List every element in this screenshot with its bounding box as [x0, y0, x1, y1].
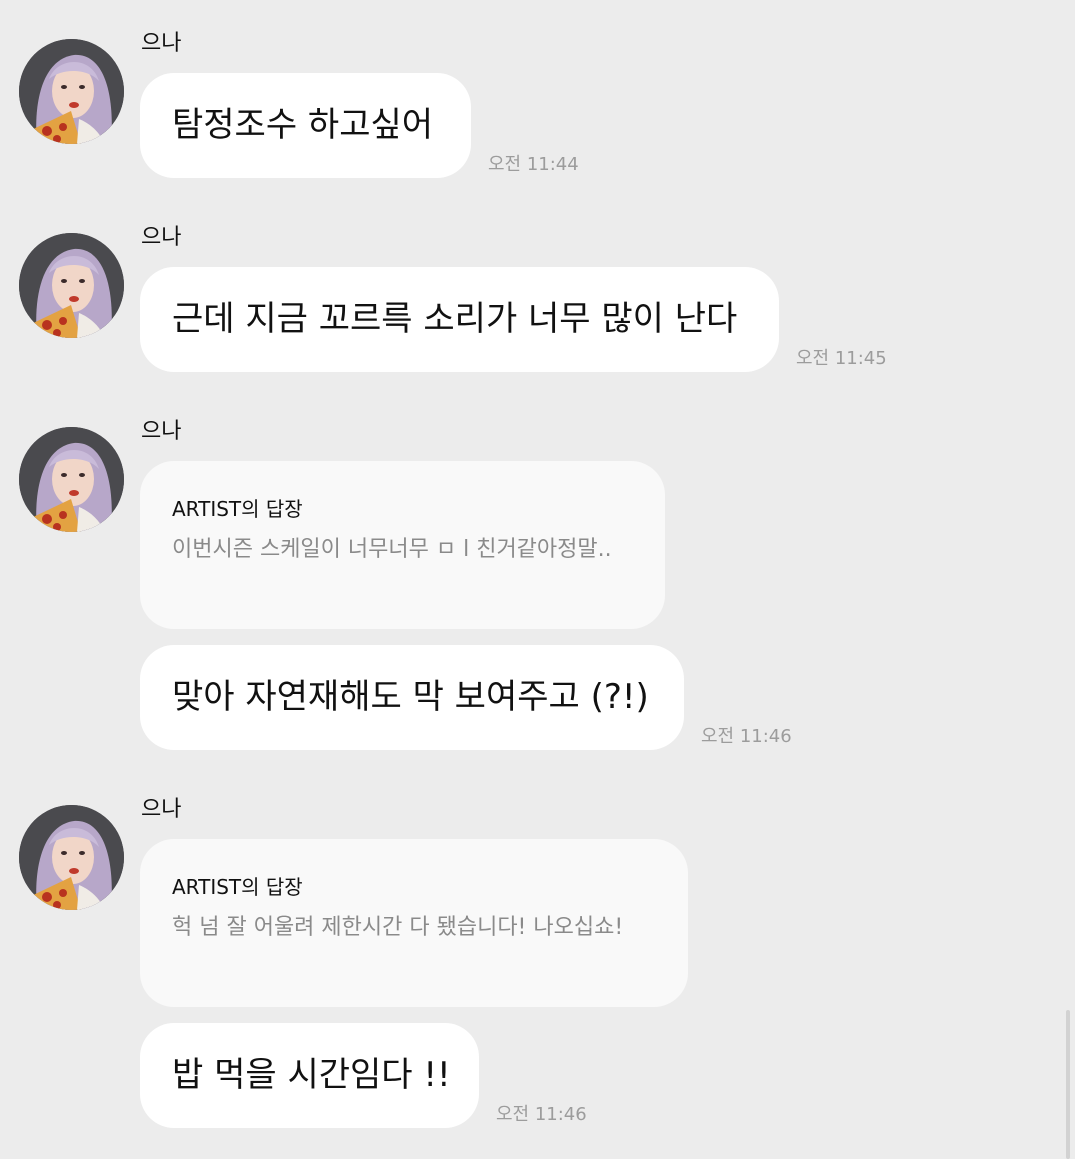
avatar[interactable] [19, 233, 124, 338]
reply-quote-card[interactable]: ARTIST의 답장 헉 넘 잘 어울려 제한시간 다 됐습니다! 나오십쇼! [140, 839, 688, 1007]
message-bubble[interactable]: 근데 지금 꼬르륵 소리가 너무 많이 난다 [140, 267, 779, 372]
sender-name: 으나 [141, 419, 182, 444]
message-bubble[interactable]: 밥 먹을 시간임다 !! [140, 1023, 479, 1128]
avatar[interactable] [19, 805, 124, 910]
reply-quote-text: 헉 넘 잘 어울려 제한시간 다 됐습니다! 나오십쇼! [172, 915, 624, 940]
message-timestamp: 오전 11:45 [796, 348, 887, 369]
scrollbar[interactable] [1066, 1010, 1070, 1159]
message-timestamp: 오전 11:46 [496, 1104, 587, 1125]
reply-title: ARTIST의 답장 [172, 875, 303, 899]
profile-photo-icon [19, 805, 124, 910]
reply-quote-card[interactable]: ARTIST의 답장 이번시즌 스케일이 너무너무 ㅁ l 친거같아정말.. [140, 461, 665, 629]
sender-name: 으나 [141, 797, 182, 822]
message-timestamp: 오전 11:46 [701, 726, 792, 747]
profile-photo-icon [19, 39, 124, 144]
message-timestamp: 오전 11:44 [488, 154, 579, 175]
avatar[interactable] [19, 427, 124, 532]
reply-quote-text: 이번시즌 스케일이 너무너무 ㅁ l 친거같아정말.. [172, 537, 612, 562]
profile-photo-icon [19, 233, 124, 338]
avatar[interactable] [19, 39, 124, 144]
reply-title: ARTIST의 답장 [172, 497, 303, 521]
message-bubble[interactable]: 맞아 자연재해도 막 보여주고 (?!) [140, 645, 684, 750]
profile-photo-icon [19, 427, 124, 532]
sender-name: 으나 [141, 31, 182, 56]
sender-name: 으나 [141, 225, 182, 250]
message-bubble[interactable]: 탐정조수 하고싶어 [140, 73, 471, 178]
